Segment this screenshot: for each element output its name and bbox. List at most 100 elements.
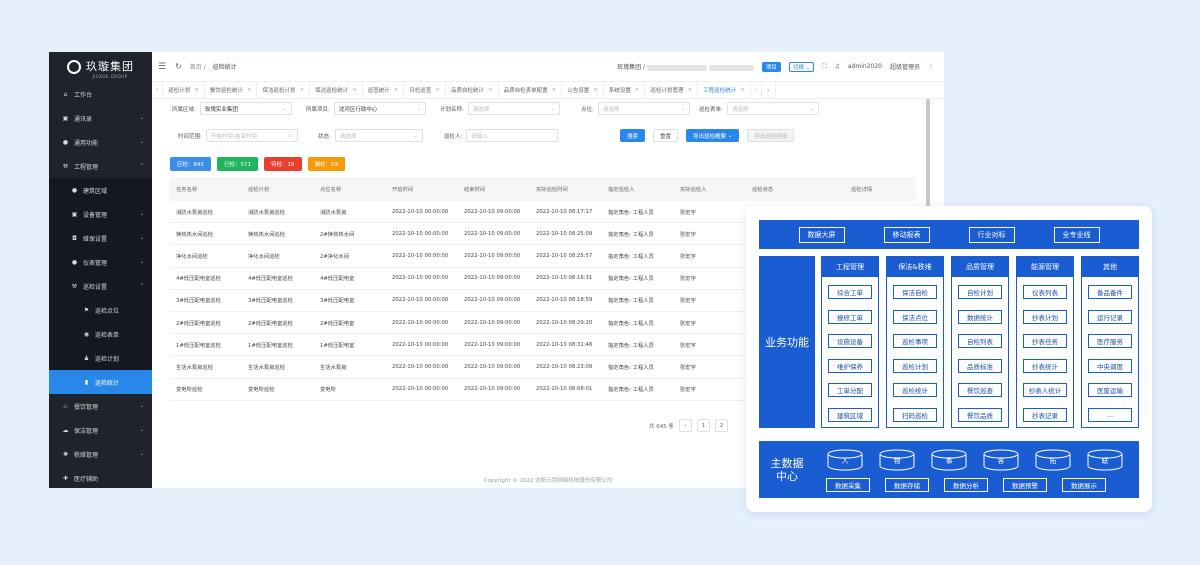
tab-active[interactable]: 工程巡检统计 × [698,81,751,99]
table-cell: 2022-10-10 09:00:00 [464,319,521,326]
breadcrumb-current: 巡检统计 [212,64,237,71]
table-cell: 2022-10-10 00:00:00 [392,208,449,215]
tab-item[interactable]: 保洁巡检统计 × [310,81,363,99]
stat-should-check[interactable]: 应检：645 [170,157,211,171]
more-icon[interactable]: ⋮ [928,63,934,70]
function-item: 抄表计划 [1023,309,1067,324]
function-column-title: 工程管理 [822,257,878,277]
tab-item[interactable]: 巡检计划 × [163,81,205,99]
tab-item[interactable]: 餐饮巡检统计 × [205,81,258,99]
point-select[interactable]: 请选择 ⌄ [597,102,690,115]
drum-label: 人 [841,457,849,465]
sidebar-item-label: 设备管理 [83,211,108,219]
sidebar-item-meter[interactable]: ● 仪表管理 ⌄ [49,250,152,274]
function-item: 巡检计划 [893,358,937,373]
user-name[interactable]: admin2020 [848,63,882,70]
search-button[interactable]: 搜索 [620,129,646,142]
function-column: 能源管理 仪表列表 抄表计划 抄表任务 抄表统计 抄表人统计 抄表记录 [1016,256,1074,428]
filter-form: 巡检表单: 请选择 ⌄ [699,102,819,115]
sidebar-item-label: 巡检统计 [95,379,120,387]
page-1[interactable]: 1 [697,419,710,432]
function-item: 巡检事项 [893,334,937,348]
wrench-icon: ⚒ [71,282,78,290]
project-select[interactable]: 沈河区行政中心 ⌄ [333,102,426,115]
table-cell: 4#低压配电室巡检 [176,276,221,283]
refresh-icon[interactable]: ↻ [175,62,182,71]
reset-button[interactable]: 重置 [653,129,679,142]
stat-badges: 应检：645 已检：571 待检：15 漏检：59 [170,157,345,171]
table-cell: 指定角色: 工程人员 [608,320,654,327]
stat-missed[interactable]: 漏检：59 [307,157,345,171]
flag-icon: ⚑ [83,306,90,314]
plan-select[interactable]: 请选择 ⌄ [467,102,560,115]
tab-dropdown-icon[interactable]: ⌄ [762,81,776,99]
sidebar-item-maintenance[interactable]: ◘ 维保设置 ⌄ [49,226,152,250]
filter-label: 所属区域: [172,106,196,113]
sidebar-item-inspection-plan[interactable]: ♟ 巡检计划 [49,346,152,370]
close-icon: × [194,87,199,93]
drum-label: 物 [893,457,901,465]
tab-item[interactable]: 巡检计划管理 × [645,81,699,99]
status-select[interactable]: 请选择 ⌄ [334,129,423,142]
sidebar-item-inspection-point[interactable]: ⚑ 巡检点位 [49,298,152,322]
sidebar-item-inspection-form[interactable]: ◉ 巡检表单 [49,322,152,346]
export-summary-button[interactable]: 导出巡检概要 ⌄ [686,129,740,142]
tab-item[interactable]: 系统设置 × [604,81,646,99]
project-badge[interactable]: 项目 [761,61,781,72]
chevron-down-icon: ⌄ [139,115,144,121]
close-icon: × [487,87,493,93]
table-cell: 指定角色: 工程人员 [608,298,654,305]
filter-label: 状态: [318,133,331,140]
tab-item[interactable]: 日检巡查 × [404,81,446,99]
meter-icon: ● [71,258,78,266]
sidebar-item-inspection-stats[interactable]: ▮ 巡检统计 [49,370,152,394]
sidebar-item-order[interactable]: ✺ 秩维管理 ⌄ [49,442,152,466]
sidebar-item-building[interactable]: ● 建筑区域 [49,178,152,202]
tab-item[interactable]: 保洁巡检计划 × [257,81,311,99]
tab-item[interactable]: 品质自检表单配置 × [499,81,563,99]
table-cell: 2022-10-10 08:31:48 [536,341,593,348]
wrench-icon: ⚒ [62,162,69,170]
tab-item[interactable]: 巡查统计 × [363,81,405,99]
stat-checked[interactable]: 已检：571 [217,157,258,171]
data-function-button: 数据分析 [944,478,988,492]
table-cell: 换热热水间巡检 [176,231,214,238]
sidebar-item-cleaning[interactable]: ☁ 保洁管理 ⌄ [49,418,152,442]
breadcrumb-home[interactable]: 首页 [190,64,202,71]
sidebar-item-inspection-settings[interactable]: ⚒ 巡检设置 ⌃ [49,274,152,298]
sidebar-item-common[interactable]: ● 通用功能 ⌄ [49,130,152,154]
table-cell: 3#低压配电室 [320,298,355,305]
table-cell: 张宏宇 [680,209,696,216]
sidebar-item-workbench[interactable]: ⌂ 工作台 [49,82,152,106]
form-select[interactable]: 请选择 ⌄ [726,102,819,115]
filter-status: 状态: 请选择 ⌄ [318,129,423,142]
fullscreen-icon[interactable]: ⛶ [822,63,826,71]
menu-toggle-icon[interactable]: ☰ [158,62,166,72]
bell-icon[interactable]: ♫ [835,63,840,70]
prev-page-icon[interactable]: ‹ [679,419,692,432]
stat-pending[interactable]: 待检：15 [264,157,302,171]
table-cell: 4#低压配电室 [320,276,355,283]
tab-scroll-left-icon[interactable]: ‹ [152,81,164,99]
sidebar-item-dining[interactable]: ♨ 餐饮管理 ⌄ [49,394,152,418]
function-item: 餐饮巡查 [958,383,1002,397]
table-cell: 2022-10-10 00:00:00 [392,319,449,326]
tab-item[interactable]: 公告设置 × [562,81,604,99]
switch-button[interactable]: 切换 ⌄ [788,61,815,72]
tab-item[interactable]: 品质自检统计 × [446,81,499,99]
table-cell: 指定角色: 工程人员 [608,276,654,283]
table-cell: 变电所巡检 [248,387,275,394]
column-header: 结束时间 [464,187,486,193]
sidebar-item-engineering[interactable]: ⚒ 工程管理 ⌃ [49,154,152,178]
column-header: 指定巡检人 [608,187,635,193]
table-cell: 2022-10-10 00:00:00 [392,341,449,348]
time-range-input[interactable]: 开始时间-结束时间 ▭ [205,129,298,142]
person-input[interactable]: 请输入 [466,129,559,142]
area-select[interactable]: 玫瑰实业集团 ⌄ [199,102,292,115]
export-detail-button[interactable]: 导出巡检明细 [747,129,795,142]
drum-label: 联 [1101,457,1109,465]
sidebar-item-contacts[interactable]: ▣ 通讯录 ⌄ [49,106,152,130]
sidebar-item-device[interactable]: ▣ 设备管理 ⌄ [49,202,152,226]
tab-scroll-right-icon[interactable]: › [751,81,762,99]
page-2[interactable]: 2 [715,419,728,432]
